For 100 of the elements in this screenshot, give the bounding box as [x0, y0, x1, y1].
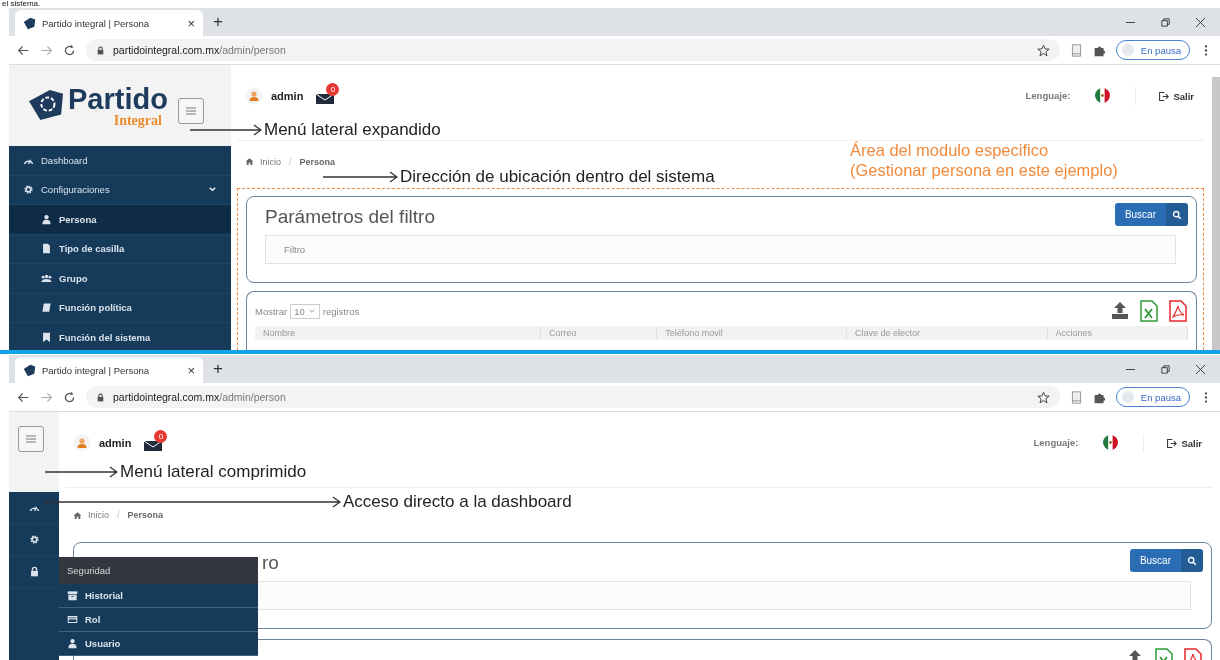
- submenu-item[interactable]: Historial: [59, 584, 258, 608]
- notification-badge: 0: [154, 430, 168, 443]
- annotation-text: Menú lateral comprimido: [120, 462, 307, 482]
- sidebar-item[interactable]: Función política: [9, 293, 231, 323]
- reload-icon[interactable]: [63, 390, 76, 404]
- username[interactable]: admin: [271, 87, 304, 105]
- shield-icon: [23, 363, 36, 377]
- show-label: Mostrar: [255, 305, 288, 317]
- logo[interactable]: Partido Integral: [27, 83, 168, 128]
- username[interactable]: admin: [99, 434, 132, 452]
- tab-title: Partido integral | Persona: [42, 364, 151, 376]
- new-tab-button[interactable]: +: [213, 359, 223, 379]
- tab-title: Partido integral | Persona: [42, 17, 151, 29]
- close-icon[interactable]: [1195, 16, 1206, 28]
- back-arrow-icon[interactable]: [17, 390, 30, 404]
- more-menu-icon[interactable]: [1204, 390, 1208, 404]
- menu-button[interactable]: [18, 426, 44, 452]
- sidebar-item[interactable]: Persona: [9, 205, 231, 235]
- puzzle-icon[interactable]: [1092, 43, 1106, 57]
- menu-icon: [25, 434, 37, 444]
- home-icon: [73, 510, 82, 520]
- annotation-text: Acceso directo a la dashboard: [343, 492, 572, 512]
- reload-icon[interactable]: [63, 43, 76, 57]
- padlock-icon: [96, 45, 105, 55]
- person-icon: [41, 213, 52, 225]
- filter-field[interactable]: [257, 581, 1191, 610]
- logout-icon: [1158, 90, 1170, 102]
- star-icon[interactable]: [1036, 390, 1050, 404]
- url-path: /admin/person: [219, 391, 286, 403]
- submenu-title: Seguridad: [59, 557, 258, 584]
- browser-tab[interactable]: Partido integral | Persona ×: [15, 357, 203, 383]
- close-tab-button[interactable]: ×: [187, 15, 195, 31]
- breadcrumb-separator: /: [289, 156, 292, 167]
- restore-icon[interactable]: [1160, 16, 1171, 28]
- document-icon[interactable]: [1069, 390, 1083, 404]
- language-label: Lenguaje:: [1033, 436, 1079, 450]
- breadcrumb-link[interactable]: Persona: [127, 510, 164, 520]
- gear-icon: [28, 534, 40, 545]
- close-tab-button[interactable]: ×: [187, 362, 195, 378]
- logout-link[interactable]: Salir: [1166, 434, 1202, 452]
- notification-badge: 0: [326, 83, 340, 96]
- person-icon: [67, 638, 78, 649]
- upload-icon[interactable]: [1110, 300, 1130, 322]
- new-tab-button[interactable]: +: [213, 12, 223, 32]
- document-icon[interactable]: [1069, 43, 1083, 57]
- lock-icon: [28, 566, 40, 577]
- url-path: /admin/person: [219, 44, 286, 56]
- back-arrow-icon[interactable]: [17, 43, 30, 57]
- breadcrumb-link[interactable]: Inicio: [88, 510, 109, 520]
- user-avatar-icon: [245, 87, 263, 105]
- flag-icon[interactable]: [1094, 87, 1112, 104]
- url-host: partidointegral.com.mx: [113, 391, 220, 403]
- menu-button[interactable]: [177, 97, 204, 124]
- gear-icon: [23, 184, 34, 196]
- restore-icon[interactable]: [1160, 363, 1171, 375]
- puzzle-icon[interactable]: [1092, 390, 1106, 404]
- more-menu-icon[interactable]: [1204, 43, 1208, 57]
- breadcrumb-separator: /: [117, 510, 120, 520]
- shield-icon: [23, 16, 36, 30]
- close-icon[interactable]: [1195, 363, 1206, 375]
- breadcrumb-link[interactable]: Inicio: [260, 156, 281, 167]
- envelope-icon[interactable]: [143, 438, 164, 452]
- flag-icon[interactable]: [1102, 434, 1120, 451]
- address-bar[interactable]: partidointegral.com.mx/admin/person: [86, 39, 1060, 61]
- search-icon: [1187, 555, 1197, 566]
- records-label: registros: [322, 305, 360, 317]
- scrollbar[interactable]: [1212, 77, 1220, 350]
- panel-title: Parámetros del filtro: [265, 206, 436, 228]
- annotation-text: Dirección de ubicación dentro del sistema: [400, 167, 715, 187]
- book-icon: [41, 302, 52, 314]
- page-size-select[interactable]: 10: [290, 303, 320, 319]
- annotation-text: Menú lateral expandido: [264, 120, 441, 140]
- logout-icon: [1166, 437, 1178, 449]
- user-avatar-icon: [73, 434, 91, 452]
- star-icon[interactable]: [1036, 43, 1050, 57]
- padlock-icon: [96, 392, 105, 402]
- archive-icon: [67, 590, 78, 601]
- bookmark-icon: [41, 331, 52, 343]
- shield-icon: [27, 87, 65, 122]
- avatar-icon: [1120, 43, 1135, 57]
- filter-field[interactable]: Filtro: [265, 235, 1176, 264]
- breadcrumb-link[interactable]: Persona: [299, 156, 336, 167]
- sidebar-item[interactable]: Dashboard: [9, 146, 231, 176]
- menu-icon: [184, 105, 197, 116]
- spreadsheet-file-icon[interactable]: [1139, 300, 1159, 322]
- submenu-item[interactable]: Rol: [59, 608, 258, 632]
- annotation-arrow: [190, 124, 262, 136]
- language-label: Lenguaje:: [1025, 89, 1071, 103]
- sidebar-item[interactable]: Tipo de casilla: [9, 234, 231, 264]
- envelope-icon[interactable]: [315, 91, 336, 105]
- browser-tab[interactable]: Partido integral | Persona ×: [15, 10, 203, 36]
- pdf-file-icon[interactable]: [1168, 300, 1188, 322]
- group-icon: [41, 272, 52, 284]
- search-icon: [1172, 209, 1182, 220]
- logout-link[interactable]: Salir: [1158, 87, 1194, 105]
- url-host: partidointegral.com.mx: [113, 44, 220, 56]
- document-text: el sistema.: [1, 0, 42, 8]
- address-bar[interactable]: partidointegral.com.mx/admin/person: [86, 386, 1060, 408]
- sidebar-item[interactable]: Grupo: [9, 264, 231, 294]
- annotation-text: Área del modulo especifico: [850, 140, 1050, 160]
